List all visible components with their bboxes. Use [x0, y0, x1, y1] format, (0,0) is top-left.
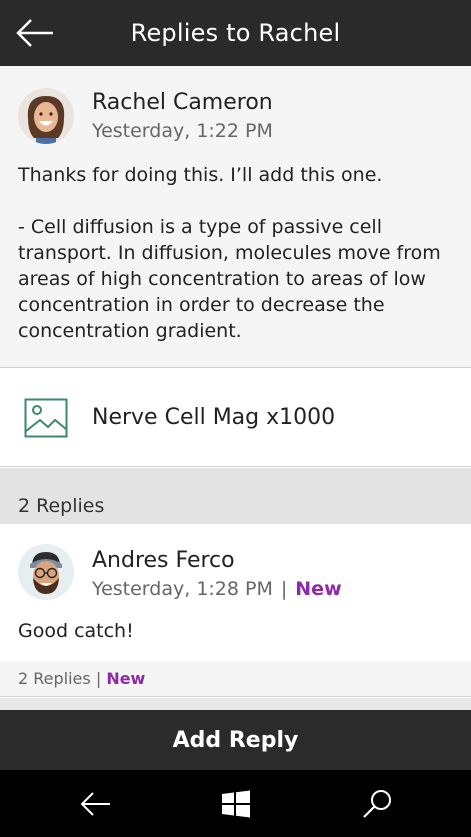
post-author-name[interactable]: Rachel Cameron	[92, 90, 273, 115]
system-start-button[interactable]	[218, 786, 254, 822]
original-post: Rachel Cameron Yesterday, 1:22 PM Thanks…	[0, 66, 471, 368]
new-badge: New	[295, 578, 342, 600]
image-icon	[24, 398, 68, 438]
system-search-button[interactable]	[360, 786, 396, 822]
back-button[interactable]	[14, 14, 56, 52]
windows-logo-icon	[222, 790, 250, 818]
add-reply-button[interactable]: Add Reply	[0, 710, 471, 770]
reply-item[interactable]: Andres Ferco Yesterday, 1:28 PM | New Go…	[0, 524, 471, 660]
reply-author-name[interactable]: Andres Ferco	[92, 548, 235, 573]
divider	[0, 698, 471, 710]
search-icon	[363, 790, 391, 818]
avatar	[18, 88, 74, 144]
top-app-bar: Replies to Rachel	[0, 0, 471, 66]
reply-meta: Yesterday, 1:28 PM | New	[92, 578, 342, 600]
attachment-item[interactable]: Nerve Cell Mag x1000	[0, 369, 471, 467]
replies-count: 2 Replies	[18, 495, 105, 517]
system-navigation-bar	[0, 770, 471, 837]
reply-footer[interactable]: 2 Replies | New	[0, 661, 471, 697]
reply-footer-count: 2 Replies	[18, 669, 91, 688]
meta-separator: |	[280, 578, 288, 600]
post-body: Thanks for doing this. I’ll add this one…	[18, 164, 441, 342]
post-timestamp: Yesterday, 1:22 PM	[92, 120, 273, 142]
footer-separator: |	[95, 669, 102, 688]
system-back-button[interactable]	[78, 786, 114, 822]
reply-footer-text: 2 Replies | New	[18, 669, 145, 688]
back-arrow-icon	[80, 792, 110, 816]
arrow-left-icon	[16, 19, 53, 47]
avatar	[18, 544, 74, 600]
replies-section-header: 2 Replies	[0, 468, 471, 524]
footer-new-badge: New	[106, 669, 146, 688]
page-title: Replies to Rachel	[130, 19, 341, 47]
attachment-label: Nerve Cell Mag x1000	[92, 405, 336, 430]
reply-body: Good catch!	[18, 620, 134, 642]
reply-timestamp: Yesterday, 1:28 PM	[92, 578, 273, 600]
